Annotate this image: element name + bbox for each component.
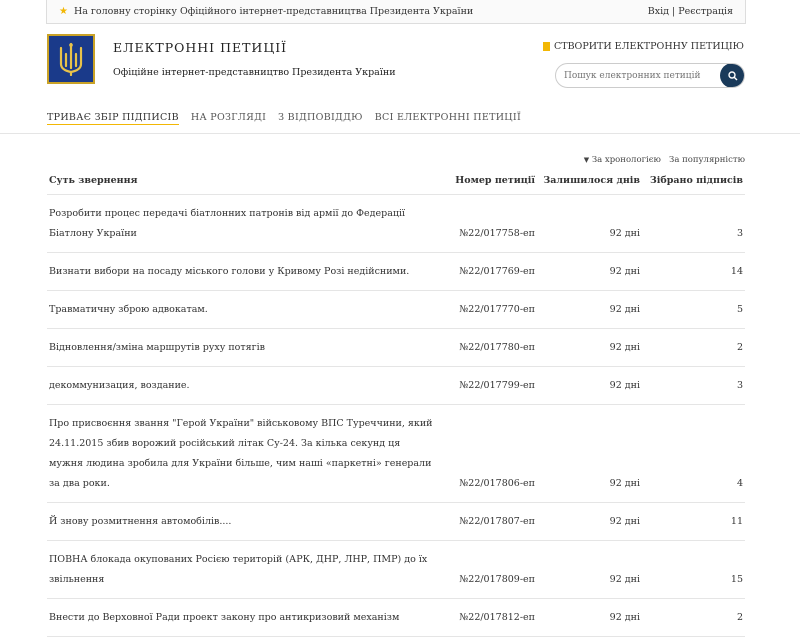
petition-subject-link[interactable]: Розробити процес передачі біатлонних пат… [47,194,437,253]
document-icon [542,42,550,51]
tab-collecting[interactable]: ТРИВАЄ ЗБІР ПІДПИСІВ [47,112,179,125]
petition-number: №22/017809-еп [437,540,537,599]
table-row[interactable]: Травматичну зброю адвокатам. №22/017770-е… [47,290,745,329]
signature-count: 15 [642,540,745,599]
petition-subject-link[interactable]: Й знову розмитнення автомобілів.... [47,502,437,541]
table-row[interactable]: Визнати вибори на посаду міського голови… [47,252,745,291]
col-signatures: Зібрано підписів [642,169,745,195]
sort-options: ▼ За хронологією За популярністю [47,155,745,167]
top-bar: ★ На головну сторінку Офіційного інтерне… [46,0,746,24]
petition-number: №22/017812-еп [437,598,537,637]
petition-number: №22/017799-еп [437,366,537,405]
nav-tabs: ТРИВАЄ ЗБІР ПІДПИСІВ НА РОЗГЛЯДІ З ВІДПО… [47,102,745,125]
table-row[interactable]: ПОВНА блокада окупованих Росією територі… [47,540,745,599]
trident-logo-icon[interactable] [47,34,95,84]
col-subject: Суть звернення [47,169,437,195]
petitions-table: Суть звернення Номер петиції Залишилося … [47,169,745,637]
petition-number: №22/017807-еп [437,502,537,541]
table-row[interactable]: Розробити процес передачі біатлонних пат… [47,194,745,253]
nav-bar: ТРИВАЄ ЗБІР ПІДПИСІВ НА РОЗГЛЯДІ З ВІДПО… [0,102,800,134]
petition-number: №22/017758-еп [437,194,537,253]
petition-number: №22/017780-еп [437,328,537,367]
sort-chronology[interactable]: За хронологією [592,155,661,165]
petition-number: №22/017769-еп [437,252,537,291]
signature-count: 3 [642,366,745,405]
tab-under-review[interactable]: НА РОЗГЛЯДІ [191,112,266,125]
table-header-row: Суть звернення Номер петиції Залишилося … [47,169,745,195]
table-row[interactable]: Про присвоєння звання "Герой України" ві… [47,404,745,503]
create-petition-link[interactable]: СТВОРИТИ ЕЛЕКТРОННУ ПЕТИЦІЮ [542,41,744,52]
col-days: Залишилося днів [537,169,642,195]
home-link-label: На головну сторінку Офіційного інтернет-… [73,6,474,17]
days-remaining: 92 дні [537,328,642,367]
petition-subject-link[interactable]: ПОВНА блокада окупованих Росією територі… [47,540,437,599]
petition-subject-link[interactable]: декоммунизация, воздание. [47,366,437,405]
table-row[interactable]: декоммунизация, воздание. №22/017799-еп 92… [47,366,745,405]
petition-number: №22/017806-еп [437,404,537,503]
days-remaining: 92 дні [537,290,642,329]
signature-count: 2 [642,328,745,367]
days-remaining: 92 дні [537,194,642,253]
petition-number: №22/017770-еп [437,290,537,329]
table-row[interactable]: Внести до Верховної Ради проект закону п… [47,598,745,637]
search-input[interactable] [556,64,744,87]
sort-popularity[interactable]: За популярністю [669,155,745,165]
petition-subject-link[interactable]: Про присвоєння звання "Герой України" ві… [47,404,437,503]
site-subtitle: Офіційне інтернет-представництво Президе… [113,67,396,78]
auth-links[interactable]: Вхід | Реєстрація [648,6,733,17]
site-title[interactable]: ЕЛЕКТРОННІ ПЕТИЦІЇ [113,40,287,55]
tab-answered[interactable]: З ВІДПОВІДДЮ [278,112,363,125]
days-remaining: 92 дні [537,598,642,637]
days-remaining: 92 дні [537,502,642,541]
days-remaining: 92 дні [537,252,642,291]
home-link[interactable]: ★ На головну сторінку Офіційного інтерне… [59,6,473,17]
table-row[interactable]: Відновлення/зміна маршрутів руху потягів… [47,328,745,367]
table-row[interactable]: Й знову розмитнення автомобілів.... №22/0… [47,502,745,541]
tab-all[interactable]: ВСІ ЕЛЕКТРОННІ ПЕТИЦІЇ [375,112,521,125]
signature-count: 4 [642,404,745,503]
petition-subject-link[interactable]: Травматичну зброю адвокатам. [47,290,437,329]
signature-count: 5 [642,290,745,329]
header: ЕЛЕКТРОННІ ПЕТИЦІЇ Офіційне інтернет-пре… [47,24,745,102]
col-number: Номер петиції [437,169,537,195]
search-box [555,63,745,88]
signature-count: 3 [642,194,745,253]
sort-arrow-icon: ▼ [583,156,590,164]
search-icon [727,70,737,80]
signature-count: 2 [642,598,745,637]
create-petition-label: СТВОРИТИ ЕЛЕКТРОННУ ПЕТИЦІЮ [553,41,744,52]
star-icon: ★ [59,5,68,17]
petition-subject-link[interactable]: Визнати вибори на посаду міського голови… [47,252,437,291]
search-button[interactable] [720,64,744,87]
signature-count: 14 [642,252,745,291]
days-remaining: 92 дні [537,404,642,503]
signature-count: 11 [642,502,745,541]
petition-subject-link[interactable]: Внести до Верховної Ради проект закону п… [47,598,437,637]
days-remaining: 92 дні [537,366,642,405]
petition-subject-link[interactable]: Відновлення/зміна маршрутів руху потягів [47,328,437,367]
days-remaining: 92 дні [537,540,642,599]
